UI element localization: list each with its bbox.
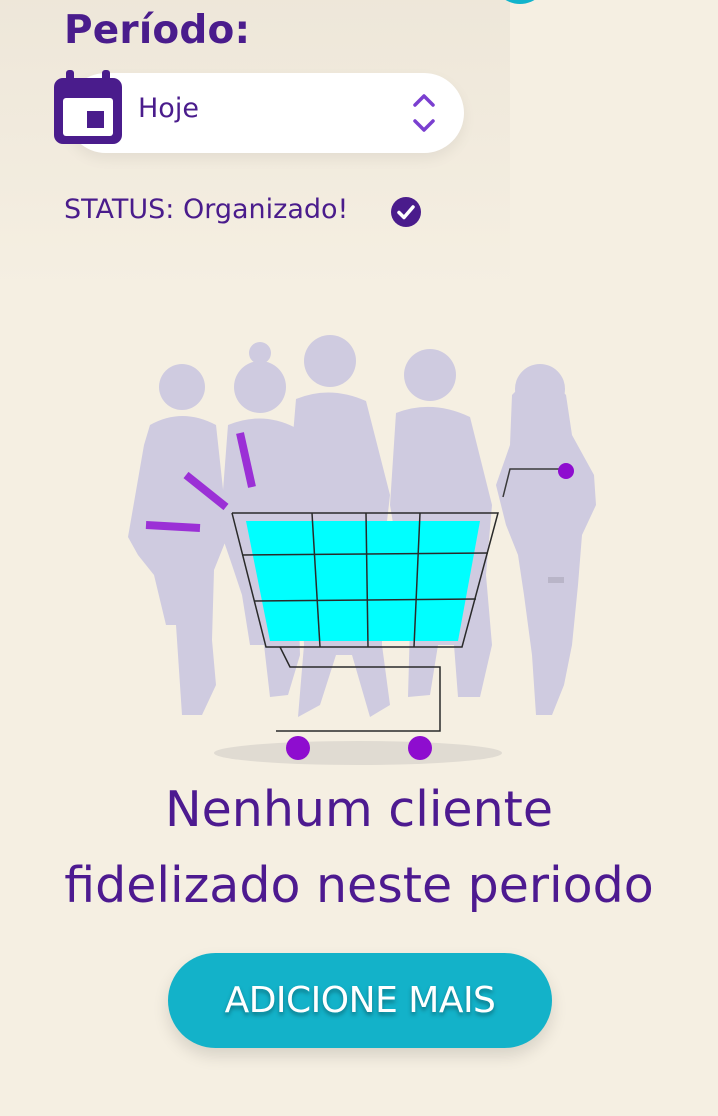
check-circle-icon	[391, 197, 421, 227]
empty-state-message-line2: fidelizado neste periodo	[64, 857, 654, 914]
period-label: Período:	[64, 8, 251, 53]
period-select-value: Hoje	[138, 93, 199, 124]
add-more-button[interactable]: ADICIONE MAIS	[168, 953, 552, 1048]
period-select[interactable]: Hoje	[66, 73, 464, 153]
shopping-cart-people-illustration	[128, 335, 596, 765]
empty-state-message: Nenhum cliente fidelizado neste periodo	[0, 772, 718, 924]
status-text: STATUS: Organizado!	[64, 194, 349, 225]
calendar-icon	[54, 70, 122, 144]
empty-state-message-line1: Nenhum cliente	[164, 781, 553, 838]
chevron-up-down-icon	[413, 94, 435, 132]
